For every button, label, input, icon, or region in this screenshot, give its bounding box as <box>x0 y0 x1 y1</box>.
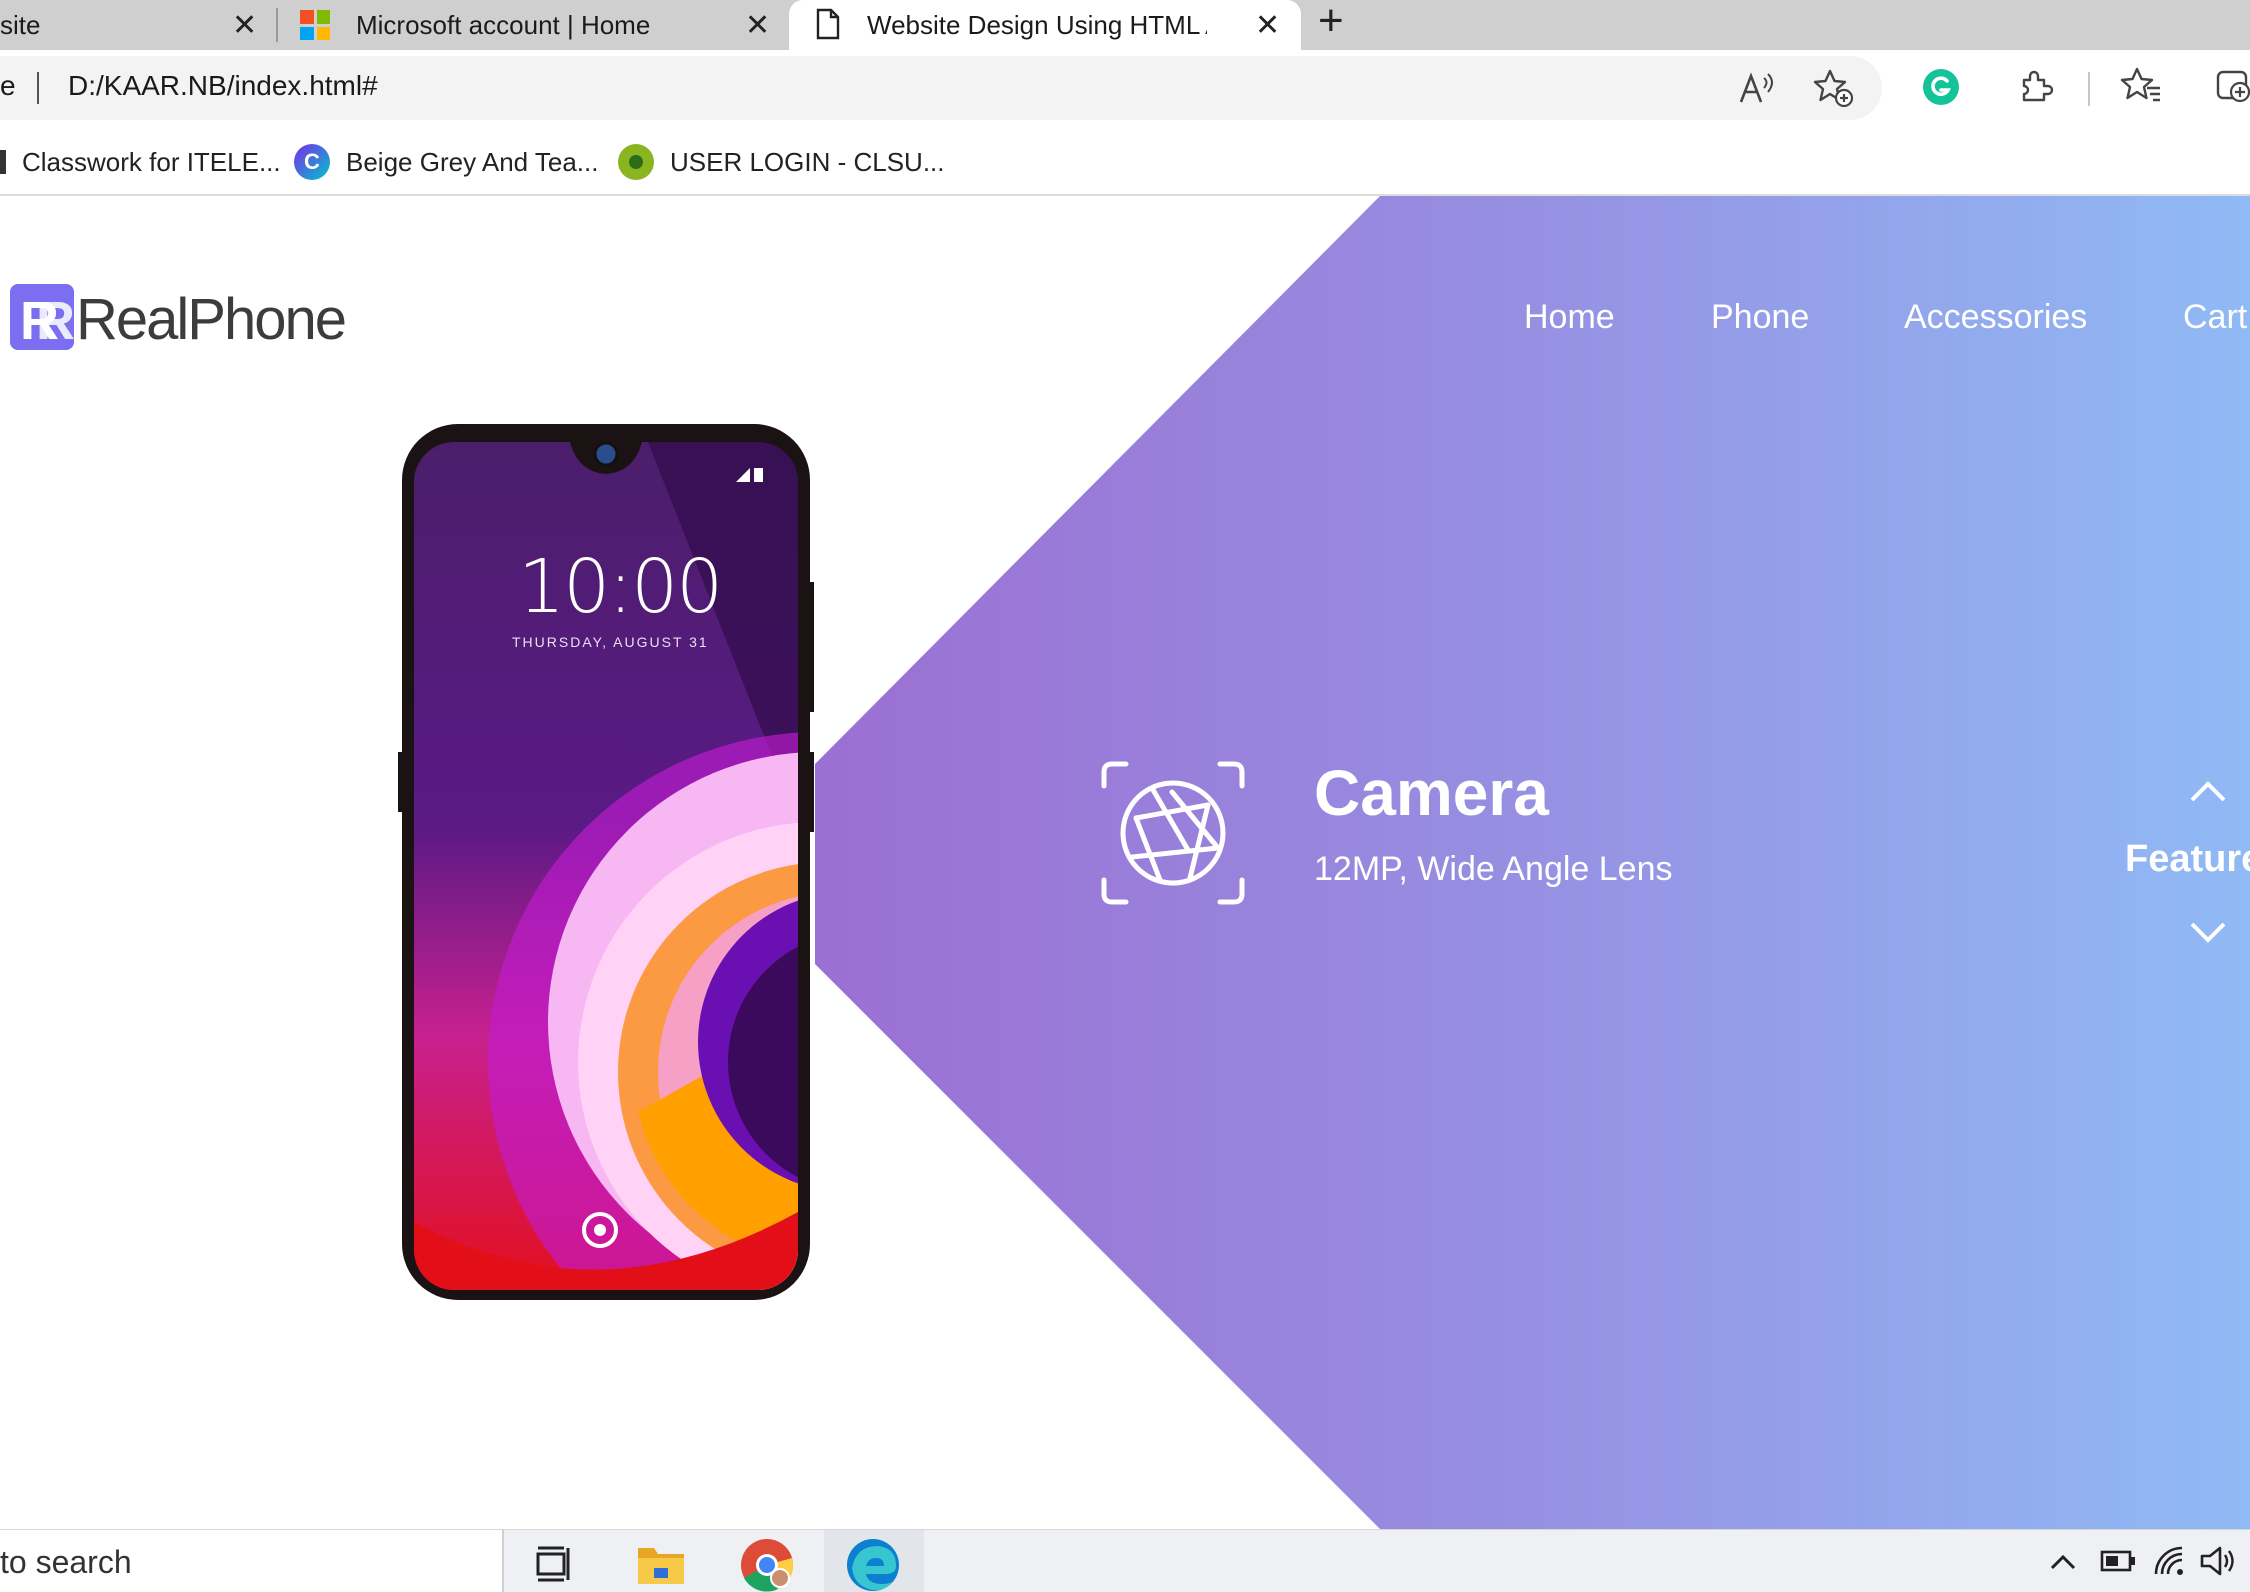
chevron-up-icon[interactable] <box>2188 778 2228 806</box>
bookmarks-bar: Classwork for ITELE... C Beige Grey And … <box>0 130 2250 196</box>
address-bar: e D:/KAAR.NB/index.html# <box>0 50 2250 132</box>
feature-title: Camera <box>1314 757 1549 829</box>
page-icon <box>816 8 840 40</box>
logo-text[interactable]: RealPhone <box>76 286 347 353</box>
site-info-text: e <box>0 70 16 101</box>
collections-icon[interactable] <box>2214 66 2250 106</box>
favorites-icon[interactable] <box>2120 66 2162 106</box>
close-icon[interactable]: ✕ <box>745 8 770 43</box>
nav-cart[interactable]: Cart <box>2183 298 2247 337</box>
taskbar-search[interactable]: to search <box>0 1530 504 1592</box>
search-placeholder: to search <box>0 1544 132 1580</box>
tab-microsoft-account[interactable]: Microsoft account | Home ✕ <box>280 0 780 50</box>
bookmark-beige-grey[interactable]: C Beige Grey And Tea... <box>294 130 598 194</box>
tab-label: site <box>0 9 41 40</box>
close-icon[interactable]: ✕ <box>1255 8 1280 43</box>
new-tab-button[interactable]: + <box>1318 0 1344 46</box>
phone-clock: 10:00 <box>518 544 723 630</box>
camera-aperture-icon <box>1101 761 1245 905</box>
url-box[interactable]: e D:/KAAR.NB/index.html# <box>0 56 1882 120</box>
chrome-icon[interactable] <box>740 1538 794 1592</box>
bookmark-classwork[interactable]: Classwork for ITELE... <box>0 130 281 194</box>
tab-site[interactable]: site ✕ <box>0 0 270 50</box>
toolbar-divider <box>2088 72 2090 106</box>
add-favorite-icon[interactable] <box>1812 68 1854 108</box>
bookmark-label: Classwork for ITELE... <box>22 146 281 177</box>
tab-website-design[interactable]: Website Design Using HTML And ✕ <box>789 0 1301 50</box>
taskbar: to search <box>0 1529 2250 1592</box>
tab-label: Website Design Using HTML And <box>867 9 1207 40</box>
chevron-down-icon[interactable] <box>2188 918 2228 946</box>
network-icon[interactable] <box>2152 1544 2186 1578</box>
canva-icon: C <box>294 144 330 180</box>
nav-phone[interactable]: Phone <box>1711 298 1809 337</box>
clsu-seal-icon <box>618 144 654 180</box>
bookmark-label: USER LOGIN - CLSU... <box>670 146 945 177</box>
feature-subtitle: 12MP, Wide Angle Lens <box>1314 850 1673 888</box>
webpage-content: R R RealPhone Home Phone Accessories Car… <box>0 196 2250 1529</box>
volume-icon[interactable] <box>2198 1544 2238 1578</box>
bookmark-user-login[interactable]: USER LOGIN - CLSU... <box>618 130 945 194</box>
bookmark-label: Beige Grey And Tea... <box>346 146 599 177</box>
phone-image: 10:00 THURSDAY, AUGUST 31 <box>398 422 814 1302</box>
extensions-icon[interactable] <box>2016 66 2056 106</box>
tab-label: Microsoft account | Home <box>356 9 651 40</box>
features-label[interactable]: Features <box>2125 838 2250 881</box>
grammarly-icon[interactable] <box>1922 68 1960 106</box>
edge-icon[interactable] <box>846 1538 900 1592</box>
chevron-up-icon[interactable] <box>2048 1552 2078 1572</box>
phone-date: THURSDAY, AUGUST 31 <box>512 634 709 650</box>
classroom-icon <box>0 150 6 174</box>
file-explorer-icon[interactable] <box>636 1540 686 1584</box>
close-icon[interactable]: ✕ <box>232 8 257 43</box>
divider <box>37 72 39 104</box>
nav-home[interactable]: Home <box>1524 298 1615 337</box>
microsoft-logo-icon <box>300 10 330 40</box>
task-view-icon[interactable] <box>534 1544 574 1582</box>
tab-bar: site ✕ Microsoft account | Home ✕ Websit… <box>0 0 2250 50</box>
logo-mark[interactable]: R R <box>10 284 75 351</box>
battery-icon <box>2100 1550 2135 1572</box>
nav-accessories[interactable]: Accessories <box>1904 298 2087 337</box>
tab-separator <box>276 8 278 42</box>
url-text[interactable]: D:/KAAR.NB/index.html# <box>68 70 378 102</box>
read-aloud-icon[interactable] <box>1738 70 1778 106</box>
